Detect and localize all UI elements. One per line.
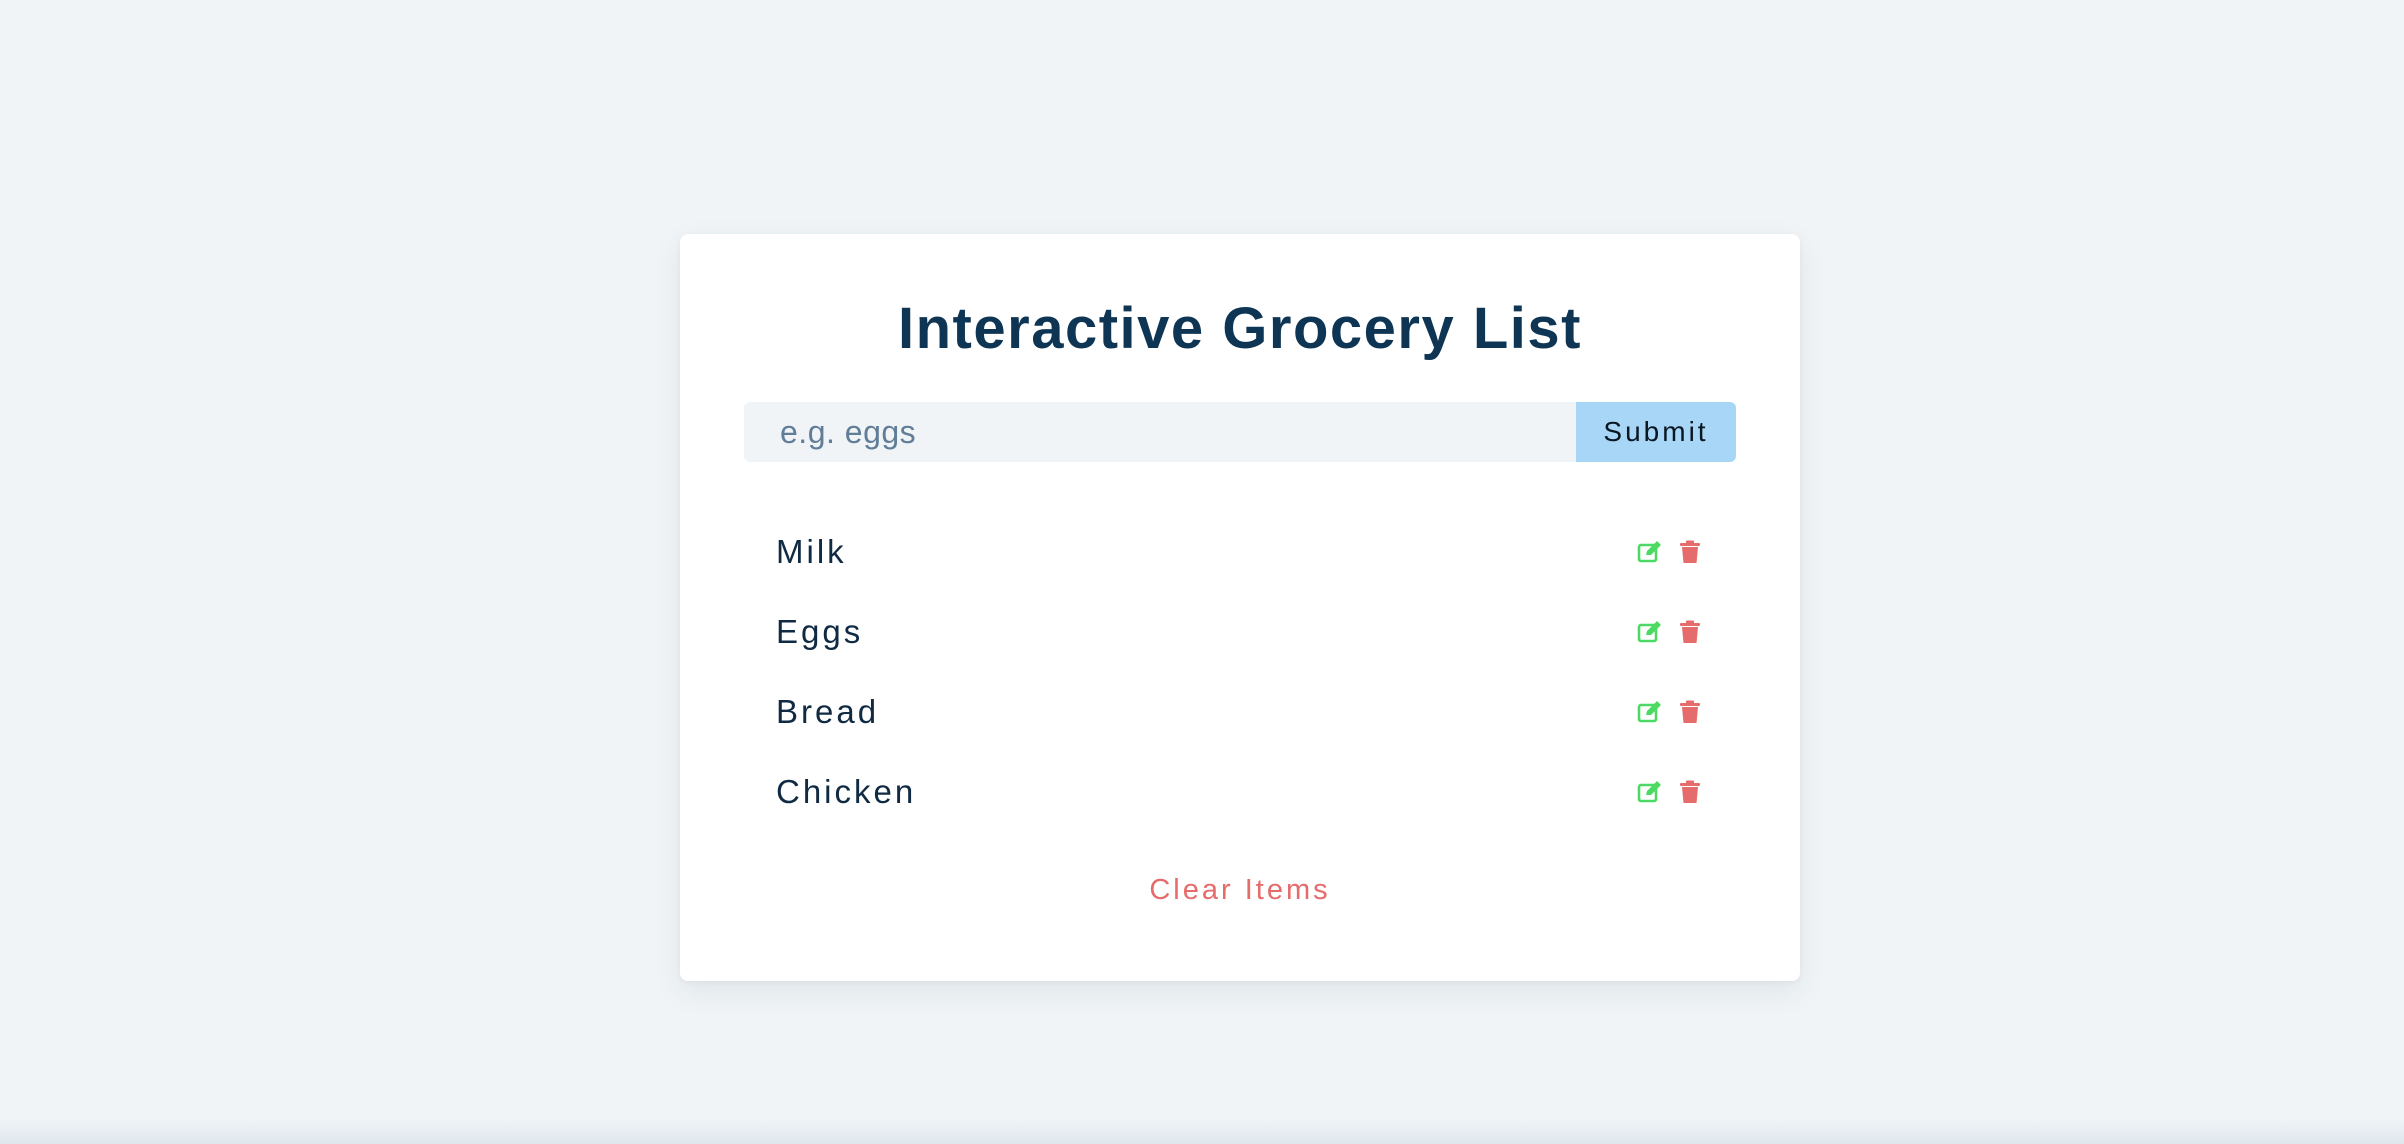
delete-button[interactable] — [1676, 538, 1704, 566]
trash-icon — [1680, 700, 1700, 723]
edit-icon — [1637, 781, 1661, 803]
edit-button[interactable] — [1636, 538, 1664, 566]
grocery-list: Milk Eggs Bread Chicken — [776, 512, 1704, 832]
delete-button[interactable] — [1676, 618, 1704, 646]
bottom-shadow — [0, 1118, 2404, 1144]
item-actions — [1636, 778, 1704, 806]
list-item: Milk — [776, 512, 1704, 592]
grocery-form: Submit — [744, 402, 1736, 462]
edit-icon — [1637, 621, 1661, 643]
edit-icon — [1637, 701, 1661, 723]
item-name: Chicken — [776, 773, 917, 810]
list-item: Eggs — [776, 592, 1704, 672]
delete-button[interactable] — [1676, 698, 1704, 726]
submit-button[interactable]: Submit — [1576, 402, 1736, 462]
delete-button[interactable] — [1676, 778, 1704, 806]
trash-icon — [1680, 780, 1700, 803]
edit-icon — [1637, 541, 1661, 563]
item-actions — [1636, 618, 1704, 646]
list-item: Bread — [776, 672, 1704, 752]
grocery-input[interactable] — [744, 402, 1576, 462]
edit-button[interactable] — [1636, 778, 1664, 806]
list-item: Chicken — [776, 752, 1704, 832]
item-actions — [1636, 538, 1704, 566]
edit-button[interactable] — [1636, 698, 1664, 726]
trash-icon — [1680, 620, 1700, 643]
item-actions — [1636, 698, 1704, 726]
item-name: Milk — [776, 533, 847, 570]
item-name: Eggs — [776, 613, 864, 650]
clear-items-button[interactable]: Clear Items — [680, 874, 1800, 907]
edit-button[interactable] — [1636, 618, 1664, 646]
item-name: Bread — [776, 693, 880, 730]
page-title: Interactive Grocery List — [898, 296, 1582, 361]
trash-icon — [1680, 540, 1700, 563]
grocery-card: Interactive Grocery List Submit Milk — [680, 234, 1800, 981]
